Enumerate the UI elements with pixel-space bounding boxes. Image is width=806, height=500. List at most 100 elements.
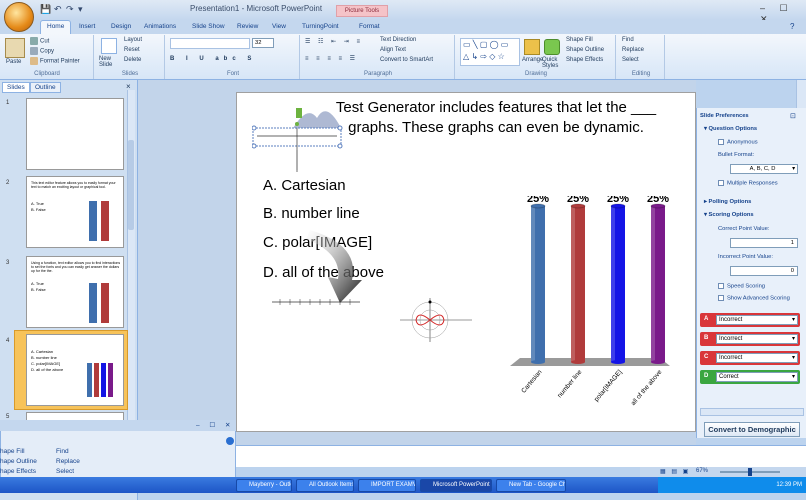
slide-thumbnail-4[interactable]: A. Cartesian B. number line C. polar[IMA… bbox=[26, 334, 124, 406]
speed-scoring-checkbox[interactable]: Speed Scoring bbox=[718, 283, 765, 290]
anonymous-checkbox[interactable]: Anonymous bbox=[718, 139, 758, 146]
zoom-level[interactable]: 67% bbox=[696, 468, 708, 474]
answer-correctness-select[interactable]: Incorrect ▾ bbox=[716, 353, 798, 363]
graph-image[interactable] bbox=[252, 94, 344, 174]
arrange-icon[interactable] bbox=[524, 39, 540, 55]
shape-effects-button[interactable]: Shape Effects bbox=[566, 57, 603, 63]
align-text-button[interactable]: Align Text bbox=[380, 47, 406, 53]
secondary-shape-fill-button[interactable]: hape Fill bbox=[0, 448, 25, 455]
tab-slides[interactable]: Slides bbox=[2, 82, 30, 93]
answer-correctness-select[interactable]: Incorrect ▾ bbox=[716, 315, 798, 325]
incorrect-point-value-input[interactable]: 0 bbox=[730, 266, 798, 276]
zoom-slider-thumb[interactable] bbox=[748, 468, 752, 476]
font-size-select[interactable]: 32 bbox=[252, 38, 274, 48]
secondary-find-button[interactable]: Find bbox=[56, 448, 69, 455]
notes-pane[interactable] bbox=[236, 445, 806, 467]
new-slide-button[interactable]: New Slide bbox=[99, 56, 121, 68]
taskbar-item-powerpoint[interactable]: Microsoft PowerPoint ... bbox=[420, 479, 492, 492]
secondary-window-controls[interactable]: – ☐ ✕ bbox=[196, 421, 235, 429]
answer-correctness-select[interactable]: Correct ▾ bbox=[716, 372, 798, 382]
tab-review[interactable]: Review bbox=[231, 21, 264, 32]
new-slide-icon[interactable] bbox=[101, 38, 117, 54]
secondary-replace-button[interactable]: Replace bbox=[56, 458, 80, 465]
redo-icon[interactable]: ↷ bbox=[66, 4, 74, 15]
shapes-gallery[interactable]: ▭ ╲ ▢ ◯ ▭ △ ↳ ⇨ ◇ ☆ bbox=[460, 38, 520, 66]
copy-icon bbox=[30, 47, 38, 55]
undo-icon[interactable]: ↶ bbox=[54, 4, 62, 15]
taskbar-item-all-outlook[interactable]: All Outlook Items - Mi... bbox=[296, 479, 354, 492]
convert-to-demographic-button[interactable]: Convert to Demographic bbox=[704, 422, 800, 437]
secondary-shape-outline-button[interactable]: hape Outline bbox=[0, 458, 37, 465]
pane-pin-icon[interactable]: ⊡ bbox=[790, 112, 796, 120]
secondary-help-icon[interactable] bbox=[226, 437, 234, 445]
font-format-buttons[interactable]: B I U abc S bbox=[170, 56, 256, 62]
secondary-shape-effects-button[interactable]: hape Effects bbox=[0, 468, 36, 475]
select-button[interactable]: Select bbox=[622, 57, 639, 63]
slide-thumbnail-1[interactable] bbox=[26, 98, 124, 170]
text-direction-button[interactable]: Text Direction bbox=[380, 37, 416, 43]
secondary-select-button[interactable]: Select bbox=[56, 468, 74, 475]
taskbar-item-examview[interactable]: IMPORT EXAMVIEW... bbox=[358, 479, 416, 492]
taskbar-item-chrome[interactable]: New Tab - Google Ch... bbox=[496, 479, 566, 492]
list-buttons[interactable]: ☰ ☷ ⇤ ⇥ ≡ bbox=[305, 38, 363, 45]
quick-styles-icon[interactable] bbox=[544, 39, 560, 55]
answer-b[interactable]: B. number line bbox=[263, 205, 360, 222]
bullet-format-select[interactable]: A, B, C, D ▾ bbox=[730, 164, 798, 174]
font-name-select[interactable] bbox=[170, 38, 250, 49]
slides-pane-scroll-thumb[interactable] bbox=[128, 140, 134, 230]
copy-button[interactable]: Copy bbox=[30, 47, 54, 55]
reset-button[interactable]: Reset bbox=[124, 47, 140, 53]
shape-fill-button[interactable]: Shape Fill bbox=[566, 37, 593, 43]
tab-home[interactable]: Home bbox=[40, 20, 72, 34]
canvas-scrollbar[interactable] bbox=[796, 80, 806, 108]
multiple-responses-checkbox[interactable]: Multiple Responses bbox=[718, 180, 778, 187]
tab-view[interactable]: View bbox=[266, 21, 292, 32]
help-icon[interactable]: ? bbox=[790, 22, 794, 31]
tab-design[interactable]: Design bbox=[105, 21, 137, 32]
arrange-button[interactable]: Arrange bbox=[522, 57, 543, 63]
number-line-image bbox=[272, 299, 360, 305]
clock: 12:39 PM bbox=[776, 482, 802, 488]
picture-tools-context-tab: Picture Tools bbox=[336, 5, 388, 17]
scoring-options-toggle[interactable]: ▾ Scoring Options bbox=[704, 212, 754, 218]
slide-title[interactable]: Test Generator includes features that le… bbox=[316, 98, 676, 138]
align-buttons[interactable]: ≡ ≡ ≡ ≡ ☰ bbox=[305, 55, 358, 62]
shape-outline-button[interactable]: Shape Outline bbox=[566, 47, 604, 53]
paste-button[interactable]: Paste bbox=[6, 59, 21, 65]
quick-access-dropdown-icon[interactable]: ▾ bbox=[78, 4, 83, 15]
window-title: Presentation1 - Microsoft PowerPoint bbox=[190, 4, 323, 13]
cut-button[interactable]: Cut bbox=[30, 37, 49, 45]
tab-format[interactable]: Format bbox=[353, 21, 386, 32]
font-group-label: Font bbox=[226, 71, 239, 77]
delete-button[interactable]: Delete bbox=[124, 57, 141, 63]
answer-a[interactable]: A. Cartesian bbox=[263, 177, 346, 194]
show-advanced-scoring-checkbox[interactable]: Show Advanced Scoring bbox=[718, 295, 790, 302]
tab-outline[interactable]: Outline bbox=[30, 82, 61, 93]
answer-correctness-select[interactable]: Incorrect ▾ bbox=[716, 334, 798, 344]
layout-button[interactable]: Layout bbox=[124, 37, 142, 43]
correct-point-value-input[interactable]: 1 bbox=[730, 238, 798, 248]
tab-animations[interactable]: Animations bbox=[138, 21, 182, 32]
response-bar-chart[interactable]: 25% Cartesian 25% number line 25% polar[IMAGE… bbox=[500, 196, 680, 426]
slide-thumbnail-2[interactable]: This text editor feature allows you to e… bbox=[26, 176, 124, 248]
tab-slide-show[interactable]: Slide Show bbox=[186, 21, 231, 32]
convert-smartart-button[interactable]: Convert to SmartArt bbox=[380, 57, 433, 63]
taskbar-item-outlook[interactable]: Mayberry - Outlo... bbox=[236, 479, 292, 492]
category-label-3: all of the above bbox=[630, 368, 664, 407]
polling-options-toggle[interactable]: ▸ Polling Options bbox=[704, 199, 751, 205]
quick-styles-button[interactable]: Quick Styles bbox=[542, 57, 562, 69]
question-options-toggle[interactable]: ▾ Question Options bbox=[704, 126, 757, 132]
pane-horizontal-scrollbar[interactable] bbox=[700, 408, 804, 416]
paste-icon[interactable] bbox=[5, 38, 25, 58]
office-button[interactable] bbox=[4, 2, 34, 32]
format-painter-button[interactable]: Format Painter bbox=[30, 57, 80, 65]
slide-thumbnail-3[interactable]: Using a function, text editor allows you… bbox=[26, 256, 124, 328]
save-icon[interactable]: 💾 bbox=[40, 4, 51, 15]
tab-turningpoint[interactable]: TurningPoint bbox=[296, 21, 345, 32]
view-buttons[interactable]: ▦ ▤ ▣ bbox=[660, 468, 690, 475]
chevron-down-icon: ▾ bbox=[791, 374, 795, 380]
tab-insert[interactable]: Insert bbox=[73, 21, 101, 32]
slide-number-2: 2 bbox=[6, 180, 10, 186]
find-button[interactable]: Find bbox=[622, 37, 634, 43]
replace-button[interactable]: Replace bbox=[622, 47, 644, 53]
